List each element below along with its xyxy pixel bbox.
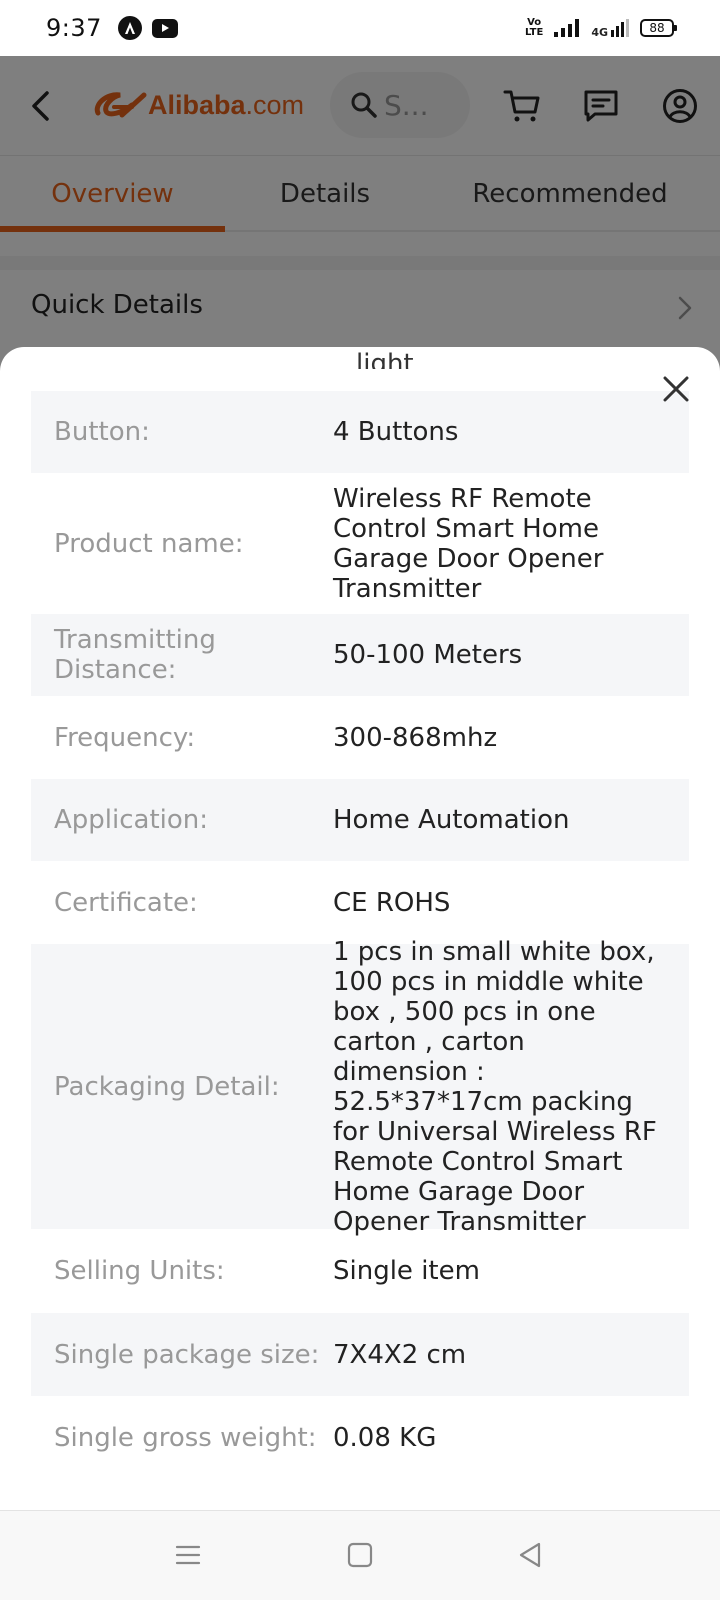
spec-row-gross-weight: Single gross weight: 0.08 KG: [31, 1396, 689, 1480]
volte-label-bottom: LTE: [524, 27, 544, 38]
spec-label: Product name:: [54, 528, 244, 559]
nav-back-button[interactable]: [508, 1533, 552, 1577]
youtube-icon: [151, 18, 178, 38]
spec-label: Selling Units:: [54, 1256, 225, 1286]
square-icon: [347, 1542, 373, 1568]
details-sheet: light Button: 4 Buttons Product name: Wi…: [0, 347, 720, 1511]
volte-indicator: Vo LTE: [525, 18, 543, 38]
battery-indicator: 88: [640, 19, 677, 37]
spec-value: Wireless RF Remote Control Smart Home Ga…: [333, 483, 604, 604]
status-bar: 9:37 Vo LTE 4G 88: [0, 0, 720, 56]
close-button[interactable]: [656, 369, 696, 409]
spec-label: Application:: [54, 805, 209, 835]
spec-value: 4 Buttons: [333, 417, 459, 447]
signal-icon: [554, 19, 580, 37]
spec-label: Certificate:: [54, 887, 198, 918]
spec-table: Button: 4 Buttons Product name: Wireless…: [31, 391, 689, 1480]
spec-row-frequency: Frequency: 300-868mhz: [31, 696, 689, 779]
nav-menu-button[interactable]: [166, 1533, 210, 1577]
notification-app-icon: [117, 16, 142, 40]
spec-label: Single gross weight:: [54, 1423, 317, 1453]
spec-label: Packaging Detail:: [54, 1071, 280, 1102]
spec-row-packaging-detail: Packaging Detail: 1 pcs in small white b…: [31, 937, 689, 1237]
spec-value: 0.08 KG: [333, 1423, 437, 1453]
system-nav-bar: [0, 1510, 720, 1600]
spec-label: Single package size:: [54, 1339, 320, 1370]
spec-row-transmitting-distance: Transmitting Distance: 50-100 Meters: [31, 614, 689, 696]
spec-label: Frequency:: [54, 722, 196, 753]
network-type-label: 4G: [591, 26, 608, 39]
spec-row-application: Application: Home Automation: [31, 779, 689, 861]
spec-value: CE ROHS: [333, 887, 451, 918]
spec-value: 300-868mhz: [333, 722, 498, 753]
partial-row-text: light: [356, 349, 414, 369]
spec-value: 1 pcs in small white box, 100 pcs in mid…: [333, 936, 657, 1237]
signal-4g-icon: [611, 19, 629, 37]
spec-row-button: Button: 4 Buttons: [31, 391, 689, 473]
spec-value: Home Automation: [333, 805, 570, 835]
nav-home-button[interactable]: [338, 1533, 382, 1577]
triangle-back-icon: [519, 1542, 541, 1568]
spec-value: 7X4X2 cm: [333, 1339, 467, 1370]
spec-value: 50-100 Meters: [333, 640, 523, 670]
menu-icon: [175, 1545, 201, 1565]
network-4g-indicator: 4G: [591, 18, 630, 38]
spec-label: Transmitting Distance:: [54, 625, 216, 685]
spec-value: Single item: [333, 1256, 480, 1286]
status-time: 9:37: [46, 14, 102, 42]
close-icon: [663, 376, 689, 402]
status-indicators: Vo LTE 4G 88: [525, 0, 677, 56]
spec-row-product-name: Product name: Wireless RF Remote Control…: [31, 473, 689, 614]
spec-row-package-size: Single package size: 7X4X2 cm: [31, 1313, 689, 1396]
spec-label: Button:: [54, 417, 150, 447]
